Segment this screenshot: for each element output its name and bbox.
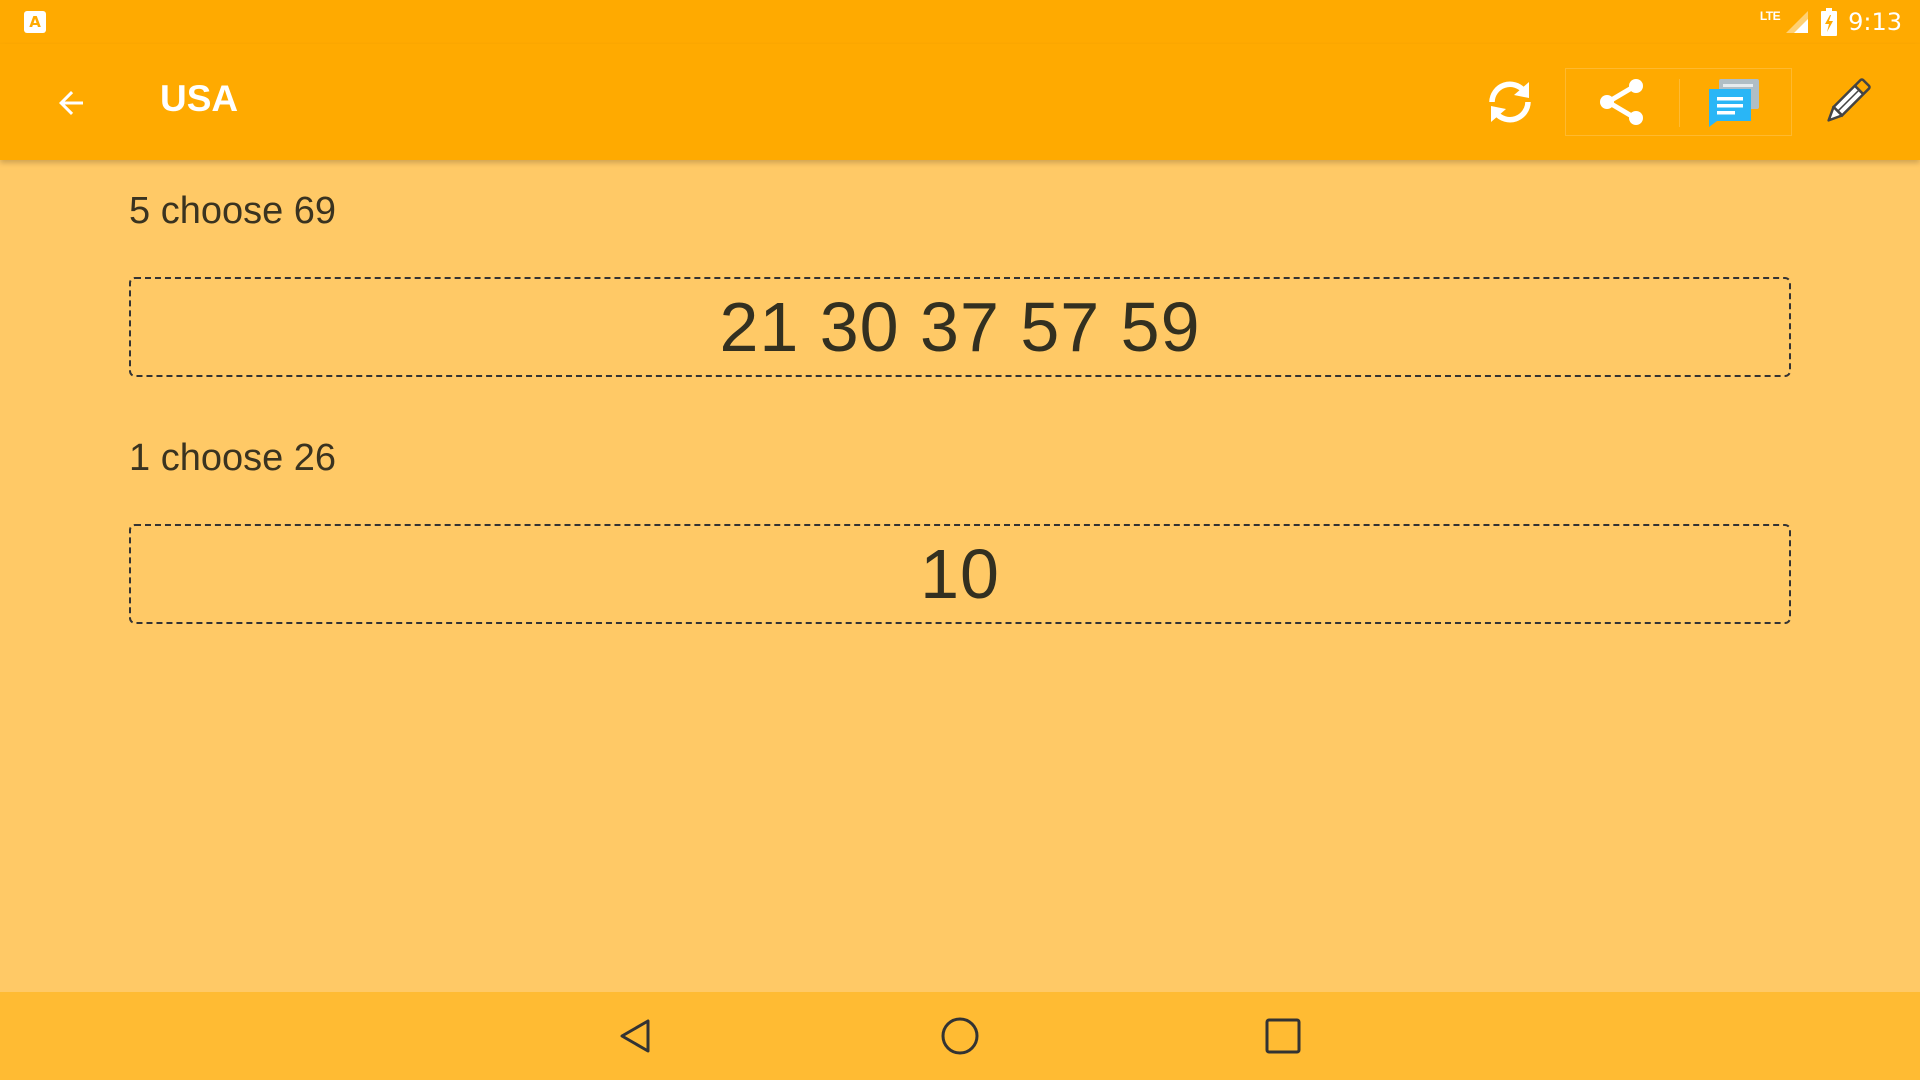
share-button[interactable] xyxy=(1572,68,1672,136)
app-bar: USA xyxy=(0,44,1920,160)
battery-charging-icon xyxy=(1821,8,1838,36)
refresh-button[interactable] xyxy=(1460,68,1560,136)
messaging-icon xyxy=(1709,79,1759,127)
app-notification-icon: A xyxy=(24,11,46,33)
status-bar: A LTE 9:13 xyxy=(0,0,1920,44)
back-button[interactable] xyxy=(42,74,100,132)
page-title: USA xyxy=(160,78,239,119)
edit-button[interactable] xyxy=(1797,68,1897,136)
share-icon xyxy=(1600,79,1643,125)
pencil-icon xyxy=(1827,78,1871,122)
share-divider xyxy=(1679,79,1680,127)
status-clock: 9:13 xyxy=(1848,8,1902,36)
nav-recents-button[interactable] xyxy=(1253,1006,1313,1066)
messaging-share-button[interactable] xyxy=(1684,68,1784,136)
nav-home-icon xyxy=(941,1017,979,1055)
app-notification-glyph: A xyxy=(29,12,41,31)
draw-result-box[interactable]: 21 30 37 57 59 xyxy=(129,277,1791,377)
draw-result-box[interactable]: 10 xyxy=(129,524,1791,624)
back-arrow-icon xyxy=(59,91,83,115)
status-indicators: LTE 9:13 xyxy=(1760,0,1902,44)
nav-back-icon xyxy=(620,1019,650,1053)
nav-recents-icon xyxy=(1265,1018,1301,1054)
nav-home-button[interactable] xyxy=(930,1006,990,1066)
refresh-icon xyxy=(1489,81,1531,123)
draw-results: 5 choose 69 21 30 37 57 59 1 choose 26 1… xyxy=(0,160,1920,992)
draw-label: 1 choose 26 xyxy=(129,437,337,479)
draw-label: 5 choose 69 xyxy=(129,190,337,232)
nav-back-button[interactable] xyxy=(606,1006,666,1066)
network-type-label: LTE xyxy=(1759,9,1781,23)
cell-signal-icon xyxy=(1786,11,1809,33)
system-navigation-bar xyxy=(0,992,1920,1080)
